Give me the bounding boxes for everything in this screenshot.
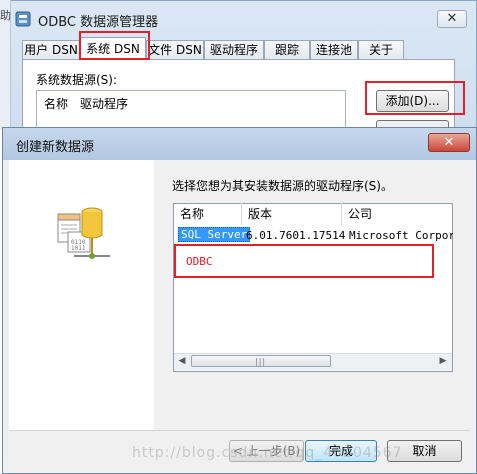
scroll-right-icon[interactable]: ▶ — [437, 355, 449, 367]
tab-tracing[interactable]: 跟踪 — [264, 40, 310, 59]
svg-text:1011: 1011 — [71, 245, 86, 252]
odbc-app-icon — [15, 11, 31, 27]
highlight-box-odbc — [174, 244, 434, 278]
driver-prompt: 选择您想为其安装数据源的驱动程序(S)。 — [172, 179, 393, 193]
driver-company-cell: Microsoft Corpora — [349, 229, 453, 242]
left-edge-text: 助 — [0, 9, 11, 22]
tab-file-dsn[interactable]: 文件 DSN — [146, 40, 204, 59]
system-datasource-label: 系统数据源(S): — [36, 73, 118, 87]
odbc-annotation: ODBC — [186, 255, 213, 268]
highlight-box-add — [365, 81, 465, 115]
close-icon[interactable]: ✕ — [428, 133, 470, 152]
tab-drivers[interactable]: 驱动程序 — [204, 40, 264, 59]
datasource-wizard-icon: 0110 1011 — [57, 207, 110, 259]
highlight-box-system-dsn — [79, 31, 150, 60]
driver-version-cell: 6.01.7601.17514 — [246, 229, 346, 242]
column-header-name[interactable]: 名称 — [44, 95, 68, 112]
tab-about[interactable]: 关于 — [358, 40, 404, 59]
close-icon[interactable]: ✕ — [437, 10, 467, 28]
driver-name-cell[interactable]: SQL Server — [178, 227, 251, 242]
window-title: ODBC 数据源管理器 — [38, 15, 159, 30]
scroll-grip-icon: ||| — [255, 357, 267, 366]
scroll-left-icon[interactable]: ◀ — [176, 355, 188, 367]
column-header-driver[interactable]: 驱动程序 — [80, 95, 128, 112]
column-header-name[interactable]: 名称 — [174, 203, 242, 225]
column-header-company[interactable]: 公司 — [342, 203, 452, 225]
tab-connection-pool[interactable]: 连接池 — [310, 40, 358, 59]
dialog-title: 创建新数据源 — [16, 140, 95, 155]
column-header-version[interactable]: 版本 — [242, 203, 342, 225]
button-separator — [9, 430, 470, 431]
tab-user-dsn[interactable]: 用户 DSN — [22, 40, 80, 59]
watermark-text: http://blog.csdn.net/qq_40204567 — [132, 445, 403, 461]
